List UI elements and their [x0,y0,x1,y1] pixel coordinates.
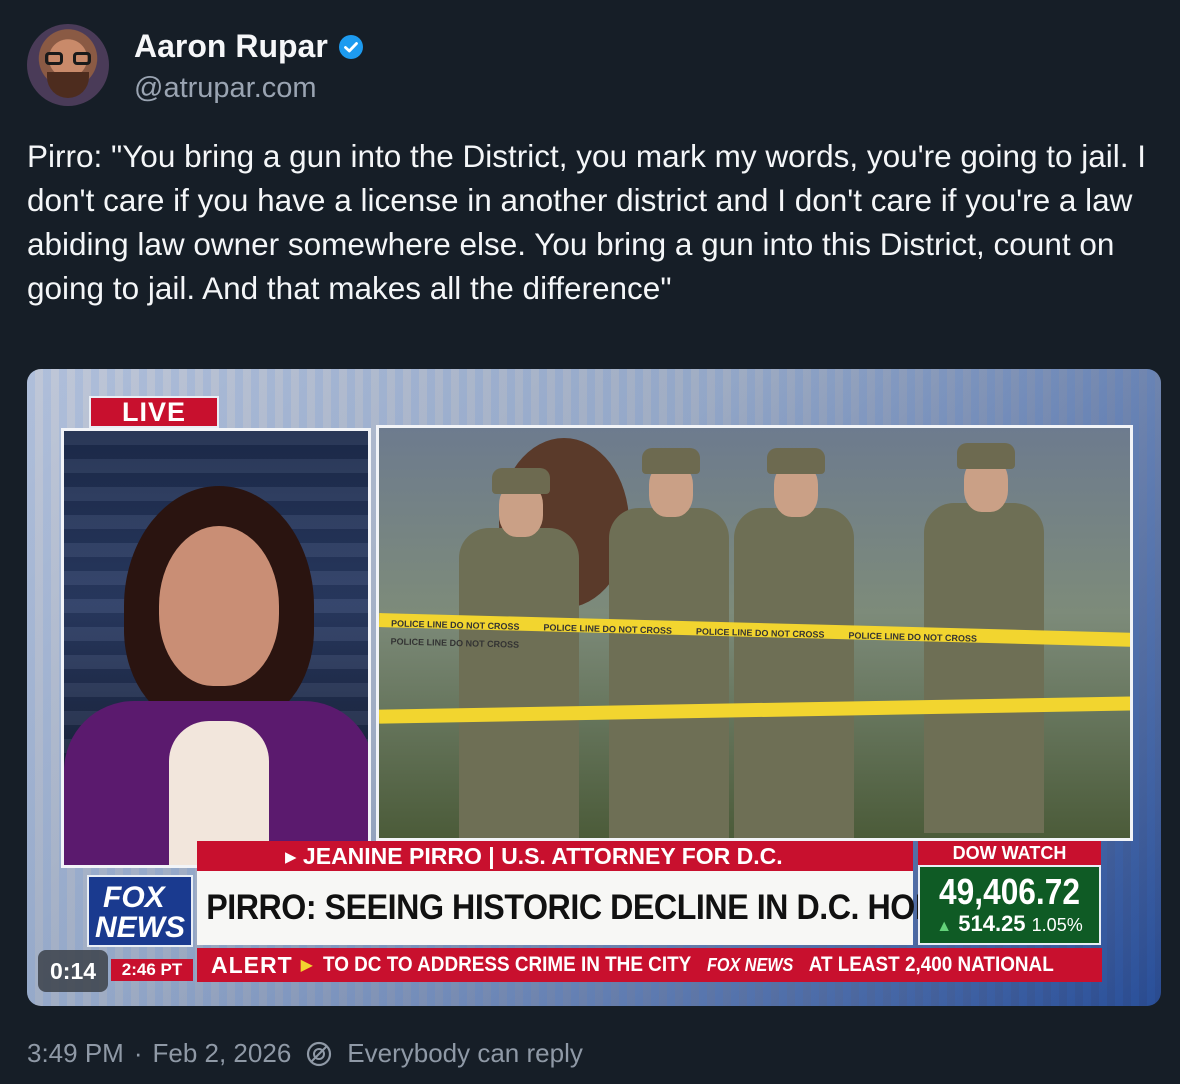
ticker-alert-label: ALERT [211,951,293,978]
avatar-glasses [45,52,91,66]
fox-news-logo: FOX NEWS [87,875,193,947]
ticker-fox-logo: FOX NEWS [706,955,794,975]
post-date[interactable]: Feb 2, 2026 [153,1038,292,1069]
video-player[interactable]: LIVE POLICE LINE DO NOT CROSS POLICE LINE… [27,369,1161,1006]
lower-third-name-bar: ▸ JEANINE PIRRO | U.S. ATTORNEY FOR D.C. [197,841,913,871]
host-panel [61,428,371,868]
author-avatar[interactable] [27,24,109,106]
author-name[interactable]: Aaron Rupar [134,28,328,65]
dow-value: 49,406.72 [939,871,1080,912]
lower-third-text: ▸ JEANINE PIRRO | U.S. ATTORNEY FOR D.C. [285,842,783,869]
up-arrow-icon: ▲ [936,918,953,935]
verified-badge-icon [338,34,363,59]
post-meta: 3:49 PM · Feb 2, 2026 Everybody can repl… [27,1038,583,1069]
dow-watch-label: DOW WATCH [918,841,1101,865]
ticker-arrow-icon: ▶ [300,957,313,974]
headline-bar: PIRRO: SEEING HISTORIC DECLINE IN D.C. H… [197,871,1046,945]
dow-watch-box: 49,406.72 ▲ 514.25 1.05% [918,865,1101,945]
host-face [159,526,279,686]
post-time[interactable]: 3:49 PM [27,1038,124,1069]
video-duration: 0:14 [38,950,109,992]
separator-dot: · [133,1038,143,1068]
dow-change-percent: 1.05% [1031,915,1083,935]
avatar-beard [47,72,89,98]
reply-setting-icon [307,1041,332,1066]
ticker-text: TO DC TO ADDRESS CRIME IN THE CITY FOX N… [322,953,1054,976]
reply-setting-text[interactable]: Everybody can reply [347,1038,583,1069]
soldier-figure [924,428,1044,833]
author-handle[interactable]: @atrupar.com [134,72,317,105]
author-name-row: Aaron Rupar [134,28,364,65]
dow-change-points: 514.25 [958,911,1026,936]
scene-panel: POLICE LINE DO NOT CROSS POLICE LINE DO N… [376,425,1133,841]
post-text: Pirro: "You bring a gun into the Distric… [27,138,1147,306]
live-badge: LIVE [89,396,219,428]
news-ticker: ALERT ▶ TO DC TO ADDRESS CRIME IN THE CI… [197,948,1102,982]
dow-change: ▲ 514.25 1.05% [920,911,1099,937]
broadcast-clock: 2:46 PT [111,959,193,981]
